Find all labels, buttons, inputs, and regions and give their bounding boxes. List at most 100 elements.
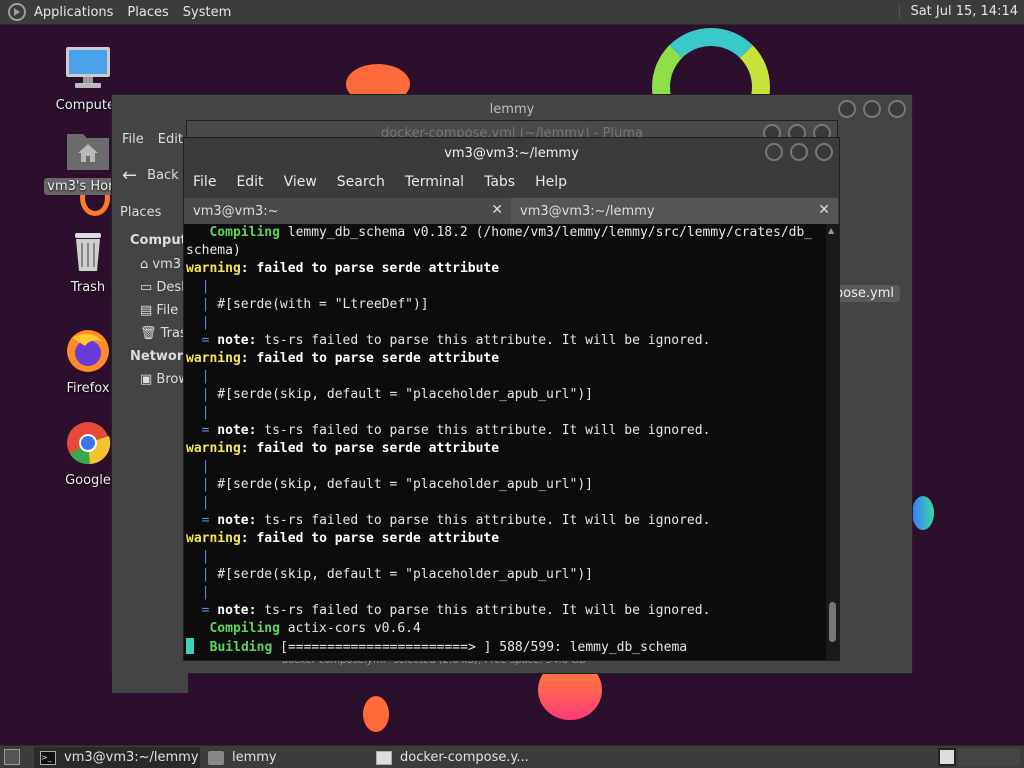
terminal-text: warning bbox=[186, 261, 241, 276]
terminal-text: : failed to parse serde attribute bbox=[240, 441, 500, 456]
home-folder-icon bbox=[67, 134, 109, 170]
terminal-text: Compiling bbox=[186, 621, 280, 636]
terminal-output[interactable]: Compiling lemmy_db_schema v0.18.2 (/home… bbox=[184, 224, 826, 660]
terminal-text: warning bbox=[186, 351, 241, 366]
workspace-switcher[interactable] bbox=[938, 748, 956, 766]
file-item-docker-compose[interactable]: docker-compose.yml bbox=[834, 285, 900, 302]
taskbar-item-terminal[interactable]: >_ vm3@vm3:~/lemmy bbox=[34, 747, 200, 768]
system-menu[interactable]: System bbox=[183, 5, 231, 20]
terminal-line: Building [=======================> ] 588… bbox=[186, 638, 826, 656]
menu-tabs[interactable]: Tabs bbox=[484, 174, 515, 190]
terminal-text: | bbox=[186, 315, 210, 330]
terminal-line: | bbox=[186, 314, 826, 332]
taskbar-item-lemmy[interactable]: lemmy bbox=[202, 747, 368, 768]
tab-label: vm3@vm3:~ bbox=[193, 203, 279, 219]
terminal-text: ts-rs failed to parse this attribute. It… bbox=[256, 423, 711, 438]
window-title: lemmy bbox=[489, 101, 535, 117]
tab-home[interactable]: vm3@vm3:~ ✕ bbox=[184, 198, 511, 224]
terminal-window[interactable]: vm3@vm3:~/lemmy File Edit View Search Te… bbox=[183, 137, 840, 661]
show-desktop-icon[interactable] bbox=[4, 749, 20, 765]
terminal-line: | bbox=[186, 404, 826, 422]
terminal-text: | bbox=[186, 567, 210, 582]
terminal-line: | bbox=[186, 584, 826, 602]
terminal-line: | bbox=[186, 368, 826, 386]
places-menu[interactable]: Places bbox=[127, 5, 168, 20]
terminal-text: | bbox=[186, 585, 210, 600]
trash-icon bbox=[75, 233, 101, 271]
back-label: Back bbox=[147, 168, 179, 183]
terminal-text: = bbox=[186, 423, 210, 438]
close-icon[interactable]: ✕ bbox=[491, 202, 503, 218]
terminal-line: warning: failed to parse serde attribute bbox=[186, 350, 826, 368]
taskbar-label: lemmy bbox=[232, 750, 277, 765]
terminal-text: ts-rs failed to parse this attribute. It… bbox=[256, 333, 711, 348]
clock[interactable]: Sat Jul 15, 14:14 bbox=[899, 4, 1018, 19]
terminal-line: = note: ts-rs failed to parse this attri… bbox=[186, 422, 826, 440]
terminal-text: lemmy_db_schema v0.18.2 (/home/vm3/lemmy… bbox=[279, 225, 813, 240]
menu-file[interactable]: File bbox=[193, 174, 216, 190]
terminal-text: Compiling bbox=[186, 225, 280, 240]
terminal-text: : failed to parse serde attribute bbox=[240, 351, 500, 366]
terminal-text: | bbox=[186, 369, 210, 384]
terminal-line: | bbox=[186, 278, 826, 296]
terminal-text: : failed to parse serde attribute bbox=[240, 531, 500, 546]
terminal-text: ts-rs failed to parse this attribute. It… bbox=[256, 513, 711, 528]
sidebar-item-home[interactable]: ⌂ vm3 bbox=[140, 257, 181, 272]
menu-file[interactable]: File bbox=[122, 132, 144, 147]
menu-edit[interactable]: Edit bbox=[236, 174, 263, 190]
taskbar-label: docker-compose.y... bbox=[400, 750, 529, 765]
back-button[interactable]: ← Back bbox=[122, 165, 179, 186]
mate-logo-icon[interactable] bbox=[8, 3, 26, 21]
terminal-menubar: File Edit View Search Terminal Tabs Help bbox=[184, 168, 839, 196]
menu-help[interactable]: Help bbox=[535, 174, 567, 190]
terminal-line: schema) bbox=[186, 242, 826, 260]
terminal-text: | bbox=[186, 405, 210, 420]
menu-terminal[interactable]: Terminal bbox=[405, 174, 464, 190]
terminal-text: = bbox=[186, 513, 210, 528]
wallpaper-blob bbox=[912, 496, 934, 530]
terminal-line: | #[serde(with = "LtreeDef")] bbox=[186, 296, 826, 314]
terminal-text: #[serde(with = "LtreeDef")] bbox=[209, 297, 429, 312]
minimize-button[interactable] bbox=[838, 100, 856, 118]
menu-search[interactable]: Search bbox=[337, 174, 385, 190]
close-icon[interactable]: ✕ bbox=[818, 202, 830, 218]
taskbar-item-pluma[interactable]: docker-compose.y... bbox=[370, 747, 536, 768]
places-header[interactable]: Places bbox=[120, 205, 161, 220]
terminal-line: warning: failed to parse serde attribute bbox=[186, 530, 826, 548]
terminal-icon: >_ bbox=[40, 750, 56, 765]
terminal-line: = note: ts-rs failed to parse this attri… bbox=[186, 602, 826, 620]
terminal-text: | bbox=[186, 279, 210, 294]
terminal-text: #[serde(skip, default = "placeholder_apu… bbox=[209, 567, 593, 582]
terminal-scrollbar[interactable]: ▲ bbox=[826, 224, 839, 660]
close-button[interactable] bbox=[888, 100, 906, 118]
folder-icon bbox=[208, 750, 224, 765]
menu-view[interactable]: View bbox=[284, 174, 317, 190]
terminal-text: = bbox=[186, 333, 210, 348]
terminal-text: | bbox=[186, 387, 210, 402]
terminal-text: [=======================> ] 588/599: lem… bbox=[272, 640, 688, 655]
terminal-text: | bbox=[186, 495, 210, 510]
terminal-text: note: bbox=[209, 513, 257, 528]
workspace-switcher-2[interactable] bbox=[958, 748, 1020, 766]
wallpaper-blob bbox=[363, 696, 389, 732]
scroll-up-arrow-icon[interactable]: ▲ bbox=[828, 226, 834, 235]
terminal-line: | #[serde(skip, default = "placeholder_a… bbox=[186, 386, 826, 404]
close-button[interactable] bbox=[815, 143, 833, 161]
menu-edit[interactable]: Edit bbox=[158, 132, 183, 147]
tab-label: vm3@vm3:~/lemmy bbox=[520, 203, 655, 219]
bottom-panel: >_ vm3@vm3:~/lemmy lemmy docker-compose.… bbox=[0, 745, 1024, 768]
terminal-line: | #[serde(skip, default = "placeholder_a… bbox=[186, 476, 826, 494]
scrollbar-thumb[interactable] bbox=[829, 602, 836, 642]
terminal-line: Compiling actix-cors v0.6.4 bbox=[186, 620, 826, 638]
tab-lemmy[interactable]: vm3@vm3:~/lemmy ✕ bbox=[511, 198, 838, 224]
menubar: File Edit bbox=[112, 127, 183, 151]
chrome-icon bbox=[67, 422, 111, 465]
minimize-button[interactable] bbox=[765, 143, 783, 161]
taskbar-label: vm3@vm3:~/lemmy bbox=[64, 750, 199, 765]
maximize-button[interactable] bbox=[790, 143, 808, 161]
terminal-tabs: vm3@vm3:~ ✕ vm3@vm3:~/lemmy ✕ bbox=[184, 198, 839, 224]
maximize-button[interactable] bbox=[863, 100, 881, 118]
desktop-icon-label: Trash bbox=[70, 280, 106, 295]
terminal-cursor bbox=[186, 638, 194, 654]
applications-menu[interactable]: Applications bbox=[34, 5, 113, 20]
